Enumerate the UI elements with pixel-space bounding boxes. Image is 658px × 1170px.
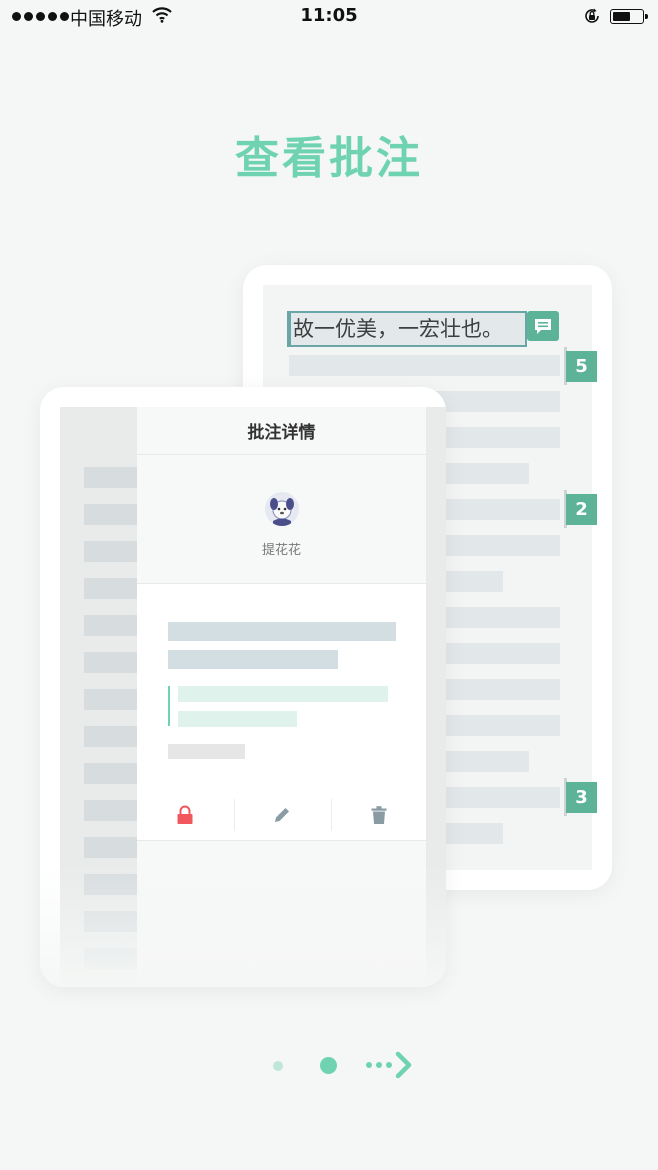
text-line [84,726,144,747]
note-text-line [168,622,396,641]
text-line [84,800,144,821]
edit-button[interactable] [234,790,330,840]
delete-button[interactable] [331,790,427,840]
annotation-content [137,583,426,791]
text-line [84,578,144,599]
text-line [84,541,144,562]
bottom-fade [40,865,446,987]
status-bar: 中国移动 11:05 [0,0,658,34]
user-name: 提花花 [261,543,301,558]
text-line [289,355,560,376]
text-line [84,763,144,784]
lock-icon [177,805,193,824]
avatar[interactable] [265,492,299,526]
rotation-lock-icon [583,7,601,29]
annotation-count-badge[interactable]: 2 [566,494,597,525]
text-line [84,504,144,525]
text-line [84,615,144,636]
highlighted-quote[interactable]: 故一优美，一宏壮也。 [287,311,527,347]
text-line [84,467,144,488]
delete-icon [371,806,387,824]
action-bar [137,790,426,841]
text-line [84,689,144,710]
comment-icon[interactable] [527,311,559,341]
lock-button[interactable] [137,790,233,840]
annotation-count-badge[interactable]: 5 [566,351,597,382]
panel-title: 批注详情 [137,407,426,455]
quote-bar [168,686,170,726]
page-indicator-dot[interactable] [273,1061,283,1071]
text-line [84,837,144,858]
next-arrow-icon[interactable] [364,1050,418,1084]
note-text-line [168,650,338,669]
quoted-text-line [178,686,388,702]
annotation-detail-card: 批注详情 提花花 [40,387,446,987]
page-indicator-dot-active[interactable] [320,1057,337,1074]
status-time: 11:05 [300,5,358,26]
text-line [84,652,144,673]
edit-icon [275,808,289,822]
timestamp-placeholder [168,744,245,759]
page-title: 查看批注 [235,133,423,184]
annotation-count-badge[interactable]: 3 [566,782,597,813]
battery-icon [610,9,648,24]
quoted-text-line [178,711,297,727]
